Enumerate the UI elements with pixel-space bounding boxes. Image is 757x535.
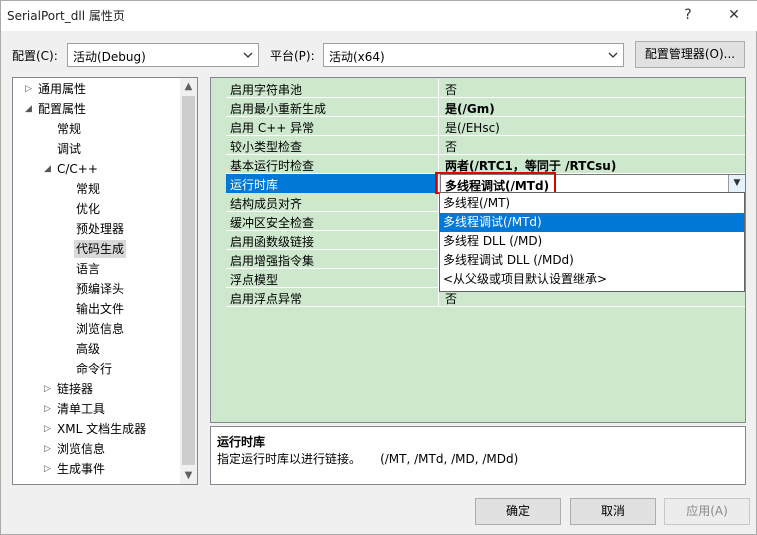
- property-tree[interactable]: 通用属性 ▷ 配置属性 ◢ 常规 调试 C/C++ ◢ 常规 优化 预处理器 代码生成 语言 预编译头 输出…: [12, 77, 198, 485]
- help-button[interactable]: ?: [677, 5, 699, 25]
- property-name: 缓冲区安全检查: [230, 216, 315, 230]
- property-name: 启用最小重新生成: [230, 102, 327, 116]
- tree-item[interactable]: 生成事件: [57, 460, 105, 478]
- property-name: 较小类型检查: [230, 140, 303, 154]
- highlight-box: [435, 172, 556, 194]
- tree-item[interactable]: 调试: [57, 140, 81, 158]
- property-name: 启用增强指令集: [230, 254, 315, 268]
- tree-item[interactable]: 优化: [76, 200, 100, 218]
- tree-item[interactable]: 预编译头: [76, 280, 124, 298]
- description-title: 运行时库: [217, 435, 266, 449]
- tree-item[interactable]: C/C++: [57, 160, 98, 178]
- dropdown-option[interactable]: 多线程调试(/MTd): [440, 213, 744, 232]
- chevron-down-icon[interactable]: ▼: [728, 175, 745, 192]
- column-divider: [438, 136, 439, 155]
- chevron-down-icon: [608, 52, 618, 58]
- property-row[interactable]: 启用字符串池 否: [226, 79, 745, 98]
- scroll-down-icon[interactable]: ▼: [180, 467, 197, 484]
- property-name: 启用浮点异常: [230, 292, 303, 306]
- chevron-down-icon: [243, 52, 253, 58]
- close-button[interactable]: ✕: [723, 5, 745, 25]
- expand-icon[interactable]: ▷: [44, 404, 54, 414]
- apply-button[interactable]: 应用(A): [664, 498, 750, 525]
- tree-item[interactable]: 高级: [76, 340, 100, 358]
- property-value: 否: [445, 292, 458, 306]
- dropdown-option[interactable]: 多线程(/MT): [440, 194, 744, 213]
- runtime-library-dropdown[interactable]: 多线程(/MT) 多线程调试(/MTd) 多线程 DLL (/MD) 多线程调试 DL…: [439, 192, 745, 292]
- column-divider: [438, 117, 439, 136]
- grid-gutter: [211, 78, 226, 422]
- property-name: 结构成员对齐: [230, 197, 303, 211]
- dropdown-option[interactable]: 多线程调试 DLL (/MDd): [440, 251, 744, 270]
- tree-item[interactable]: 链接器: [57, 380, 93, 398]
- property-name: 浮点模型: [230, 273, 279, 287]
- collapse-icon[interactable]: ◢: [25, 104, 35, 114]
- column-divider: [438, 98, 439, 117]
- tree-item[interactable]: 命令行: [76, 360, 112, 378]
- property-row[interactable]: 启用最小重新生成 是(/Gm): [226, 98, 745, 117]
- property-value: 否: [445, 140, 458, 154]
- window-title: SerialPort_dll 属性页: [7, 9, 125, 23]
- property-name: 基本运行时检查: [230, 159, 315, 173]
- description-panel: 运行时库 指定运行时库以进行链接。 (/MT, /MTd, /MD, /MDd): [210, 426, 746, 485]
- cancel-button[interactable]: 取消: [570, 498, 656, 525]
- expand-icon[interactable]: ▷: [44, 464, 54, 474]
- tree-item[interactable]: 通用属性: [38, 80, 86, 98]
- tree-item[interactable]: 常规: [76, 180, 100, 198]
- property-pages-window: SerialPort_dll 属性页 ? ✕ 配置(C): 活动(Debug) …: [0, 0, 757, 535]
- property-value: 否: [445, 83, 458, 97]
- platform-combo[interactable]: 活动(x64): [323, 43, 624, 67]
- property-name: 运行时库: [230, 178, 279, 192]
- dropdown-option[interactable]: 多线程 DLL (/MD): [440, 232, 744, 251]
- property-row[interactable]: 较小类型检查 否: [226, 136, 745, 155]
- tree-item[interactable]: 浏览信息: [57, 440, 105, 458]
- ok-button[interactable]: 确定: [475, 498, 561, 525]
- scroll-up-icon[interactable]: ▲: [180, 78, 197, 95]
- tree-item[interactable]: 常规: [57, 120, 81, 138]
- tree-item[interactable]: 浏览信息: [76, 320, 124, 338]
- expand-icon[interactable]: ▷: [44, 424, 54, 434]
- property-name: 启用字符串池: [230, 83, 303, 97]
- description-text: 指定运行时库以进行链接。 (/MT, /MTd, /MD, /MDd): [217, 452, 519, 466]
- config-combo[interactable]: 活动(Debug): [67, 43, 259, 67]
- config-value: 活动(Debug): [73, 50, 146, 64]
- title-bar: SerialPort_dll 属性页 ? ✕: [1, 1, 757, 31]
- tree-item[interactable]: 输出文件: [76, 300, 124, 318]
- property-value: 是(/Gm): [445, 102, 495, 116]
- expand-icon[interactable]: ▷: [44, 444, 54, 454]
- platform-label: 平台(P):: [270, 49, 315, 63]
- expand-icon[interactable]: ▷: [25, 84, 35, 94]
- scroll-thumb[interactable]: [182, 96, 195, 465]
- config-label: 配置(C):: [12, 49, 58, 63]
- property-row[interactable]: 启用 C++ 异常 是(/EHsc): [226, 117, 745, 136]
- property-name: 启用 C++ 异常: [230, 121, 315, 135]
- tree-item[interactable]: 配置属性: [38, 100, 86, 118]
- config-manager-button[interactable]: 配置管理器(O)...: [635, 41, 745, 68]
- property-name: 启用函数级链接: [230, 235, 315, 249]
- dropdown-option[interactable]: <从父级或项目默认设置继承>: [440, 270, 744, 289]
- tree-item[interactable]: 预处理器: [76, 220, 124, 238]
- property-value: 是(/EHsc): [445, 121, 500, 135]
- tree-item[interactable]: 清单工具: [57, 400, 105, 418]
- column-divider: [438, 79, 439, 98]
- tree-item[interactable]: 语言: [76, 260, 100, 278]
- tree-item[interactable]: 代码生成: [74, 240, 127, 258]
- expand-icon[interactable]: ▷: [44, 384, 54, 394]
- platform-value: 活动(x64): [329, 50, 385, 64]
- tree-scrollbar[interactable]: ▲ ▼: [180, 78, 197, 484]
- collapse-icon[interactable]: ◢: [44, 164, 54, 174]
- tree-item[interactable]: XML 文档生成器: [57, 420, 146, 438]
